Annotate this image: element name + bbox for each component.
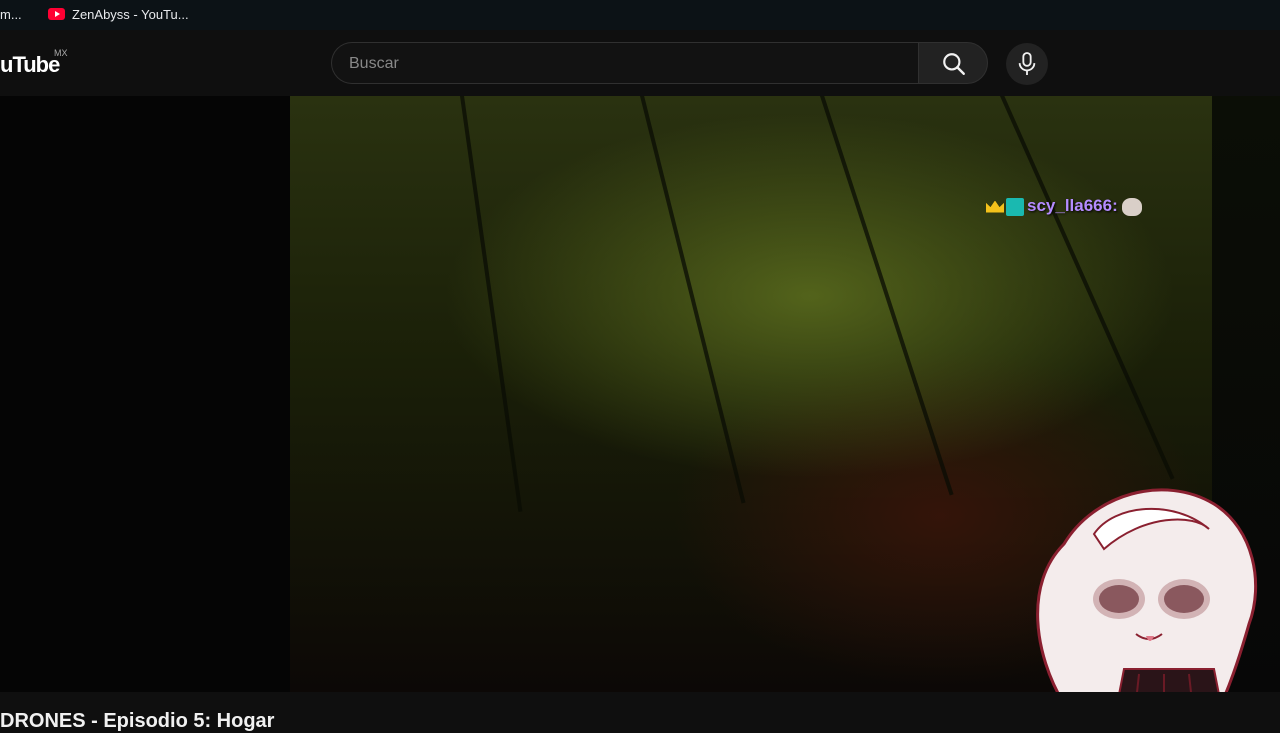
chat-message: scy_lla666: [986,196,1142,216]
floor-plank-line [1000,96,1175,480]
subscriber-badge-icon [1006,197,1024,216]
youtube-logo[interactable]: uTube [0,52,60,78]
cat-emote-icon [1121,197,1142,216]
video-title: DRONES - Episodio 5: Hogar [0,710,275,732]
voice-search-button[interactable] [1006,43,1048,85]
search-input[interactable]: Buscar [331,42,918,84]
bookmarks-bar: m... ZenAbyss - YouTu... [0,0,1280,30]
region-code: MX [54,48,68,58]
bookmark-item[interactable]: m... [0,7,22,22]
search-placeholder: Buscar [349,55,399,72]
video-title-area: DRONES - Episodio 5: Hogar [0,692,1280,732]
mic-icon [1018,52,1036,75]
bookmark-zenabyss[interactable]: ZenAbyss - YouTu... [72,7,189,22]
floor-plank-line [460,96,523,512]
search-button[interactable] [918,42,988,84]
floor-plank-line [640,96,746,504]
chat-username: scy_lla666: [1027,196,1118,215]
streamer-avatar [1036,488,1258,720]
youtube-favicon-icon [48,8,65,20]
floor-plank-line [820,96,954,496]
crown-icon [986,200,1004,213]
search-icon [943,53,965,75]
masthead: uTube MX Buscar [0,30,1280,96]
